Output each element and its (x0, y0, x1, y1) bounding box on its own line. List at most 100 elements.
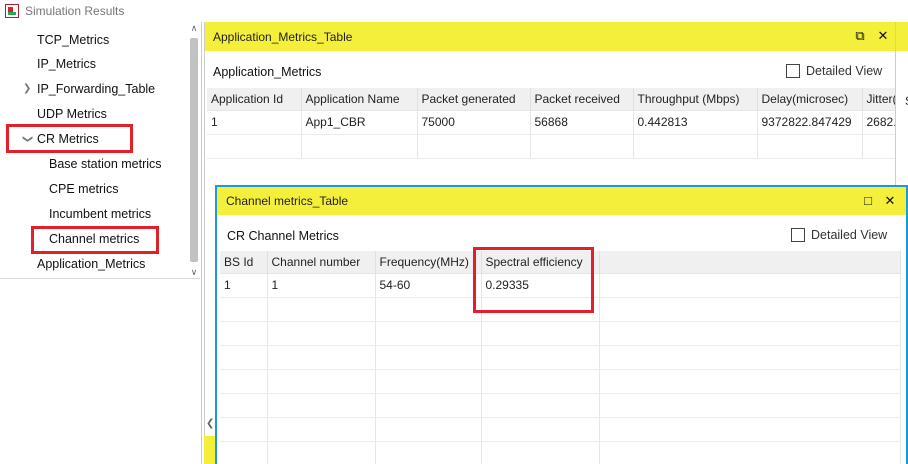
detailed-view-toggle[interactable]: Detailed View (791, 228, 887, 242)
table-cell (267, 321, 376, 346)
table-cell (481, 369, 600, 394)
table-cell (599, 297, 901, 322)
spectral-efficiency-highlight (473, 247, 594, 313)
close-icon[interactable]: ✕ (876, 29, 890, 43)
column-header[interactable]: Jitter( (862, 88, 896, 110)
detailed-view-toggle[interactable]: Detailed View (786, 64, 882, 78)
table-cell (530, 134, 634, 159)
table-cell (481, 417, 600, 442)
tree-item-ip-metrics[interactable]: IP_Metrics (37, 52, 96, 76)
table-cell (267, 417, 376, 442)
table-cell (481, 321, 600, 346)
scroll-left-icon[interactable]: ❮ (206, 418, 214, 429)
table-row (220, 393, 901, 418)
table-cell (375, 441, 482, 464)
tree-item-label: Application_Metrics (37, 257, 146, 271)
maximize-icon[interactable]: □ (861, 194, 875, 208)
table-cell: 0.442813 (633, 109, 758, 135)
column-header[interactable]: Packet generated (417, 88, 531, 110)
tree-item-udp-metrics[interactable]: UDP Metrics (37, 102, 107, 126)
table-cell (220, 345, 268, 370)
table-cell (267, 297, 376, 322)
partial-window-header-bottom (204, 436, 215, 464)
table-cell (375, 345, 482, 370)
column-header[interactable]: Throughput (Mbps) (633, 88, 758, 110)
table-cell (417, 134, 531, 159)
table-cell (375, 297, 482, 322)
channel-metrics-highlight (31, 226, 159, 254)
channel-metrics-window: Channel metrics_Table □ ✕ CR Channel Met… (215, 185, 908, 464)
tree-item-tcp-metrics[interactable]: TCP_Metrics (37, 28, 109, 52)
table-cell: 56868 (530, 109, 634, 135)
window-header-title: Application_Metrics_Table (213, 29, 353, 44)
table-cell (599, 369, 901, 394)
table-cell (375, 417, 482, 442)
cr-metrics-highlight (6, 124, 133, 153)
table-cell (220, 393, 268, 418)
table-cell: 2682.0 (862, 109, 896, 135)
table-cell (301, 134, 418, 159)
tree-item-ip-forwarding-table[interactable]: ❯ IP_Forwarding_Table (23, 77, 156, 101)
scroll-up-icon[interactable]: ∧ (189, 22, 199, 34)
column-header[interactable]: Packet received (530, 88, 634, 110)
column-header[interactable]: Frequency(MHz) (375, 251, 482, 273)
channel-metrics-window-header: Channel metrics_Table □ ✕ (217, 187, 906, 215)
section-title: Application_Metrics (213, 65, 322, 79)
divider (0, 278, 200, 279)
column-header[interactable]: Application Name (301, 88, 418, 110)
table-row (220, 321, 901, 346)
table-cell (599, 393, 901, 418)
restore-icon[interactable]: ⧉ (853, 29, 867, 43)
table-cell (220, 369, 268, 394)
table-cell (267, 441, 376, 464)
title-bar: Simulation Results (0, 0, 908, 22)
column-header[interactable]: BS Id (220, 251, 268, 273)
table-cell: 9372822.847429 (757, 109, 863, 135)
scrollbar-thumb[interactable] (190, 38, 198, 262)
table-cell (220, 417, 268, 442)
detailed-view-label: Detailed View (811, 228, 888, 242)
tree-item-label: UDP Metrics (37, 107, 107, 121)
close-icon[interactable]: ✕ (883, 194, 897, 208)
scroll-down-icon[interactable]: ∨ (189, 266, 199, 278)
tree-item-label: TCP_Metrics (37, 33, 110, 47)
detailed-view-checkbox[interactable] (791, 228, 805, 242)
table-cell (862, 134, 896, 159)
table-cell (599, 321, 901, 346)
table-row (220, 441, 901, 464)
table-row (220, 417, 901, 442)
tree-scrollbar[interactable]: ∧ ∨ (188, 22, 200, 278)
tree-item-label: IP_Forwarding_Table (37, 82, 156, 96)
table-cell (220, 441, 268, 464)
chevron-right-icon[interactable]: ❯ (23, 77, 31, 101)
table-cell (599, 417, 901, 442)
table-cell (267, 345, 376, 370)
tree-item-application-metrics[interactable]: Application_Metrics (37, 252, 145, 276)
tree-item-label: Incumbent metrics (49, 207, 152, 221)
tree-item-cpe-metrics[interactable]: CPE metrics (49, 177, 118, 201)
detailed-view-checkbox[interactable] (786, 64, 800, 78)
table-cell: 54-60 (375, 272, 482, 298)
application-metrics-window-header: Application_Metrics_Table ⧉ ✕ (205, 22, 895, 51)
table-cell (207, 134, 302, 159)
table-cell (757, 134, 863, 159)
column-header-empty (599, 251, 901, 273)
column-header[interactable]: Application Id (207, 88, 302, 110)
table-cell (375, 393, 482, 418)
window-header-title: Channel metrics_Table (226, 194, 349, 208)
table-cell (599, 345, 901, 370)
app-icon (5, 4, 19, 18)
column-header[interactable]: Delay(microsec) (757, 88, 863, 110)
column-header[interactable]: Channel number (267, 251, 376, 273)
table-row (207, 134, 896, 159)
table-cell: 1 (207, 109, 302, 135)
table-cell: App1_CBR (301, 109, 418, 135)
table-row[interactable]: 1 App1_CBR 75000 56868 0.442813 9372822.… (207, 109, 896, 135)
table-cell (375, 321, 482, 346)
tree-item-incumbent-metrics[interactable]: Incumbent metrics (49, 202, 151, 226)
window-title: Simulation Results (25, 4, 125, 18)
tree-item-base-station-metrics[interactable]: Base station metrics (49, 152, 162, 176)
partial-window-header (896, 22, 908, 51)
table-cell (481, 441, 600, 464)
table-cell (220, 297, 268, 322)
